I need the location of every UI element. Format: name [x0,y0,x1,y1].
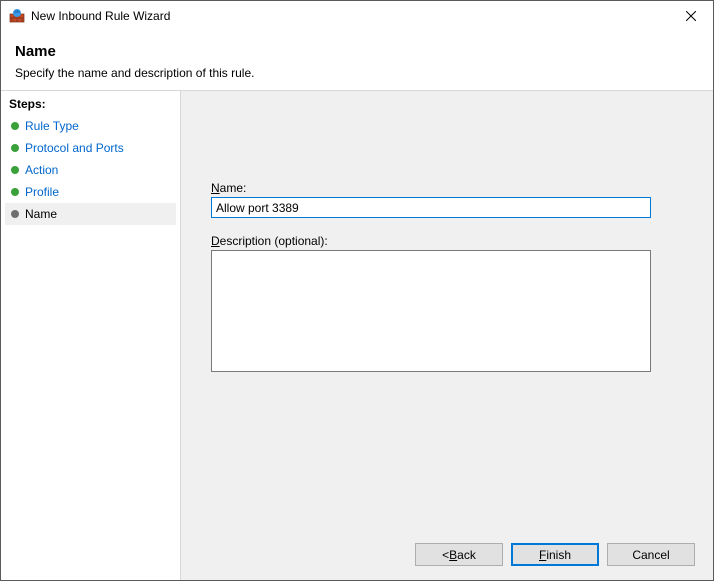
step-bullet-icon [11,210,19,218]
main-panel: Name: Description (optional): < Back Fin… [181,91,713,580]
body: Steps: Rule Type Protocol and Ports Acti… [1,91,713,580]
step-label: Name [25,207,57,221]
step-label: Rule Type [25,119,79,133]
cancel-button[interactable]: Cancel [607,543,695,566]
step-label: Action [25,163,58,177]
footer-buttons: < Back Finish Cancel [415,543,695,566]
step-protocol-and-ports[interactable]: Protocol and Ports [5,137,176,159]
back-button[interactable]: < Back [415,543,503,566]
close-icon [686,11,696,21]
step-bullet-icon [11,166,19,174]
steps-sidebar: Steps: Rule Type Protocol and Ports Acti… [1,91,181,580]
page-subtitle: Specify the name and description of this… [15,66,699,80]
description-label: Description (optional): [211,234,683,248]
finish-button[interactable]: Finish [511,543,599,566]
wizard-window: New Inbound Rule Wizard Name Specify the… [0,0,714,581]
step-label: Protocol and Ports [25,141,124,155]
titlebar: New Inbound Rule Wizard [1,1,713,31]
firewall-icon [9,8,25,24]
close-button[interactable] [668,1,713,31]
step-name[interactable]: Name [5,203,176,225]
step-action[interactable]: Action [5,159,176,181]
step-bullet-icon [11,188,19,196]
description-input[interactable] [211,250,651,372]
step-profile[interactable]: Profile [5,181,176,203]
step-bullet-icon [11,144,19,152]
step-rule-type[interactable]: Rule Type [5,115,176,137]
window-title: New Inbound Rule Wizard [31,9,668,23]
name-label: Name: [211,181,683,195]
header-area: Name Specify the name and description of… [1,31,713,91]
step-label: Profile [25,185,59,199]
page-title: Name [15,43,699,60]
steps-heading: Steps: [5,95,176,115]
step-bullet-icon [11,122,19,130]
name-input[interactable] [211,197,651,218]
